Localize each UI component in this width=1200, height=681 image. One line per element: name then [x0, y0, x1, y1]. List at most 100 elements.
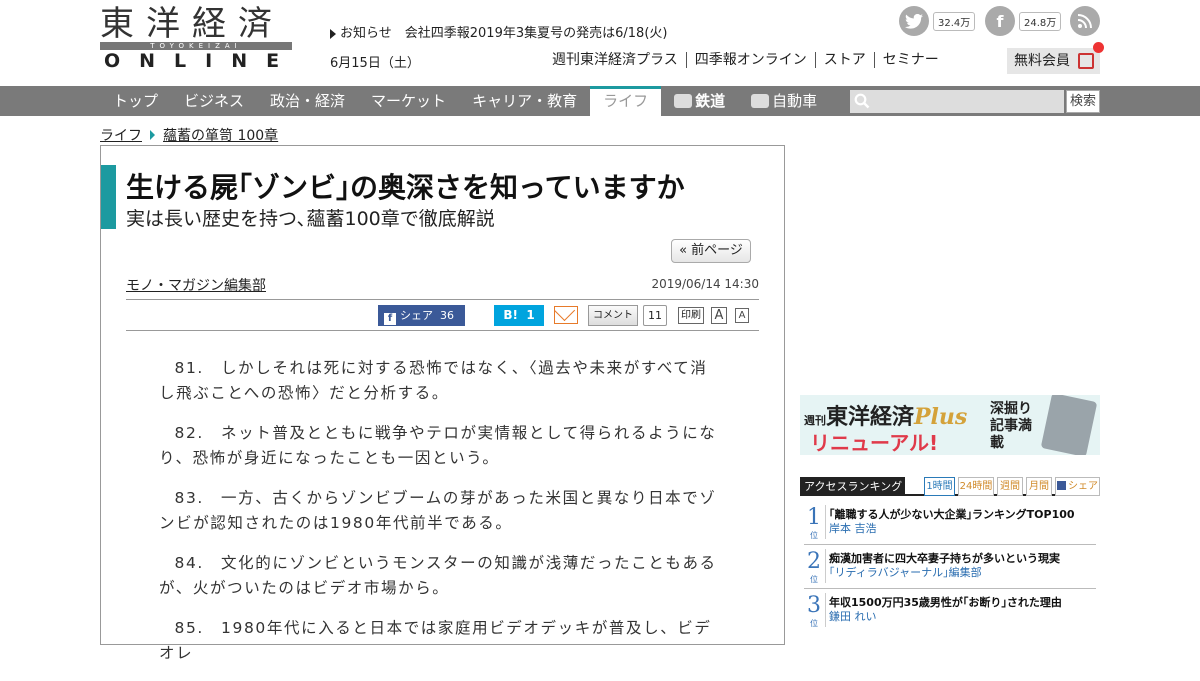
- comment-button[interactable]: コメント: [588, 305, 638, 326]
- car-icon: [751, 94, 770, 108]
- toplink-plus[interactable]: 週刊東洋経済プラス: [552, 52, 686, 68]
- notice-text: 会社四季報2019年3集夏号の発売は6/18(火): [404, 26, 668, 41]
- rss-link[interactable]: [1070, 6, 1100, 36]
- ranking-tab-share-label: シェア: [1068, 481, 1098, 492]
- facebook-icon: f: [384, 313, 396, 325]
- notice-arrow-icon: [330, 28, 336, 39]
- facebook-icon: f: [985, 6, 1015, 36]
- facebook-follow[interactable]: f 24.8万: [985, 6, 1062, 36]
- toplink-store[interactable]: ストア: [814, 52, 874, 68]
- breadcrumb-arrow-icon: [150, 130, 155, 140]
- comment-count: 11: [643, 305, 667, 326]
- toplink-shikiho[interactable]: 四季報オンライン: [685, 52, 815, 68]
- train-icon: [674, 94, 693, 108]
- article-author[interactable]: モノ・マガジン編集部: [126, 275, 266, 295]
- member-label: 無料会員: [1014, 53, 1070, 69]
- nav-market[interactable]: マーケット: [358, 86, 459, 116]
- search-input[interactable]: [850, 90, 1064, 113]
- facebook-icon: [1057, 481, 1066, 490]
- rank-author[interactable]: ｢リディラバジャーナル｣編集部: [829, 564, 982, 580]
- rank-author[interactable]: 鎌田 れい: [829, 608, 877, 624]
- banner-renewal: リニューアル!: [810, 431, 939, 455]
- ranking-item[interactable]: 1 位 ｢離職する人が少ない大企業｣ランキングTOP100 岸本 吉浩: [800, 505, 1100, 545]
- smartphone-image: [1040, 395, 1098, 455]
- nav-politics[interactable]: 政治・経済: [257, 86, 358, 116]
- divider: [804, 588, 1096, 589]
- rank-suffix: 位: [810, 575, 818, 584]
- ranking-tab-month[interactable]: 月間: [1026, 477, 1052, 496]
- search-button[interactable]: 検索: [1066, 90, 1100, 113]
- ranking-tab-1h[interactable]: 1時間: [924, 477, 955, 496]
- divider: [825, 505, 826, 539]
- prev-page-button[interactable]: « 前ページ: [671, 239, 751, 263]
- font-large-button[interactable]: A: [711, 307, 727, 324]
- breadcrumb: ライフ 蘊蓄の箪笥 100章: [100, 125, 278, 145]
- article-date: 2019/06/14 14:30: [651, 277, 759, 291]
- hatena-count: 1: [526, 308, 535, 322]
- twitter-icon: [899, 6, 929, 36]
- ranking-header: アクセスランキング 1時間 24時間 週間 月間 シェア: [800, 477, 1100, 496]
- notice[interactable]: お知らせ 会社四季報2019年3集夏号の発売は6/18(火): [330, 22, 667, 41]
- site-header: 東洋経済 TOYOKEIZAI ONLINE お知らせ 会社四季報2019年3集…: [0, 0, 1200, 86]
- article-title: 生ける屍｢ゾンビ｣の奥深さを知っていますか: [126, 171, 685, 204]
- fb-share-label: シェア: [400, 309, 433, 322]
- paragraph: 84. 文化的にゾンビというモンスターの知識が浅薄だったこともあるが、火がついた…: [159, 554, 717, 597]
- nav-railway-label: 鉄道: [695, 92, 726, 110]
- rank-author[interactable]: 岸本 吉浩: [829, 520, 877, 536]
- ranking-tab-week[interactable]: 週間: [997, 477, 1023, 496]
- article: 生ける屍｢ゾンビ｣の奥深さを知っていますか 実は長い歴史を持つ､蘊蓄100章で徹…: [100, 145, 785, 662]
- banner-tagline: 深掘り記事満載: [990, 401, 1032, 451]
- rss-icon: [1070, 6, 1100, 36]
- banner-weekly: 週刊: [804, 414, 826, 427]
- site-logo[interactable]: 東洋経済 TOYOKEIZAI ONLINE: [100, 4, 299, 72]
- twitter-follow[interactable]: 32.4万: [899, 6, 976, 36]
- mail-icon[interactable]: [554, 306, 578, 324]
- nav-life[interactable]: ライフ: [590, 86, 662, 116]
- fb-share-count: 36: [440, 309, 454, 322]
- paragraph: 85. 1980年代に入ると日本では家庭用ビデオデッキが普及し、ビデオレ: [159, 619, 712, 662]
- rank-number: 3: [807, 593, 821, 618]
- plus-banner[interactable]: 週刊東洋経済Plus リニューアル! 深掘り記事満載: [800, 395, 1100, 455]
- breadcrumb-series[interactable]: 蘊蓄の箪笥 100章: [163, 125, 278, 145]
- facebook-share-button[interactable]: f シェア 36: [378, 305, 465, 326]
- ranking-item[interactable]: 2 位 痴漢加害者に四大卒妻子持ちが多いという現実 ｢リディラバジャーナル｣編集…: [800, 549, 1100, 589]
- logo-jp: 東洋経済: [100, 4, 284, 44]
- nav-car[interactable]: 自動車: [738, 86, 830, 116]
- article-subtitle: 実は長い歴史を持つ､蘊蓄100章で徹底解説: [126, 208, 495, 230]
- facebook-count: 24.8万: [1019, 11, 1062, 31]
- nav-top[interactable]: トップ: [100, 86, 171, 116]
- divider: [825, 549, 826, 583]
- twitter-count: 32.4万: [933, 11, 976, 31]
- rank-number: 1: [807, 505, 821, 530]
- ranking-item[interactable]: 3 位 年収1500万円35歳男性が｢お断り｣された理由 鎌田 れい: [800, 593, 1100, 633]
- paragraph: 81. しかしそれは死に対する恐怖ではなく、〈過去や未来がすべて消し飛ぶことへの…: [159, 359, 708, 402]
- ranking-title: アクセスランキング: [800, 477, 905, 496]
- divider: [126, 299, 759, 300]
- rank-number: 2: [807, 549, 821, 574]
- hatena-label: B!: [503, 308, 518, 322]
- toplink-seminar[interactable]: セミナー: [873, 52, 947, 68]
- nav-business[interactable]: ビジネス: [171, 86, 257, 116]
- paragraph: 83. 一方、古くからゾンビブームの芽があった米国と異なり日本でゾンビが認知され…: [159, 489, 717, 532]
- divider: [825, 593, 826, 627]
- gift-icon: [1078, 53, 1094, 69]
- notice-label: お知らせ: [340, 26, 392, 41]
- rank-suffix: 位: [810, 531, 818, 540]
- current-date: 6月15日（土）: [330, 56, 420, 71]
- nav-car-label: 自動車: [772, 92, 818, 110]
- ranking-tab-share[interactable]: シェア: [1055, 477, 1100, 496]
- ranking-tab-24h[interactable]: 24時間: [958, 477, 994, 496]
- free-member-button[interactable]: 無料会員: [1007, 42, 1104, 74]
- nav-career[interactable]: キャリア・教育: [459, 86, 590, 116]
- paragraph: 82. ネット普及とともに戦争やテロが実情報として得られるようになり、恐怖が身近…: [159, 424, 717, 467]
- nav-railway[interactable]: 鉄道: [661, 86, 738, 116]
- breadcrumb-section[interactable]: ライフ: [100, 125, 142, 145]
- divider: [126, 330, 759, 331]
- hatena-bookmark-button[interactable]: B! 1: [494, 305, 544, 326]
- logo-online: ONLINE: [104, 50, 299, 72]
- notification-dot: [1093, 42, 1104, 53]
- font-small-button[interactable]: A: [735, 308, 749, 323]
- rank-suffix: 位: [810, 619, 818, 628]
- print-button[interactable]: 印刷: [678, 307, 704, 324]
- article-body: 81. しかしそれは死に対する恐怖ではなく、〈過去や未来がすべて消し飛ぶことへの…: [159, 356, 719, 681]
